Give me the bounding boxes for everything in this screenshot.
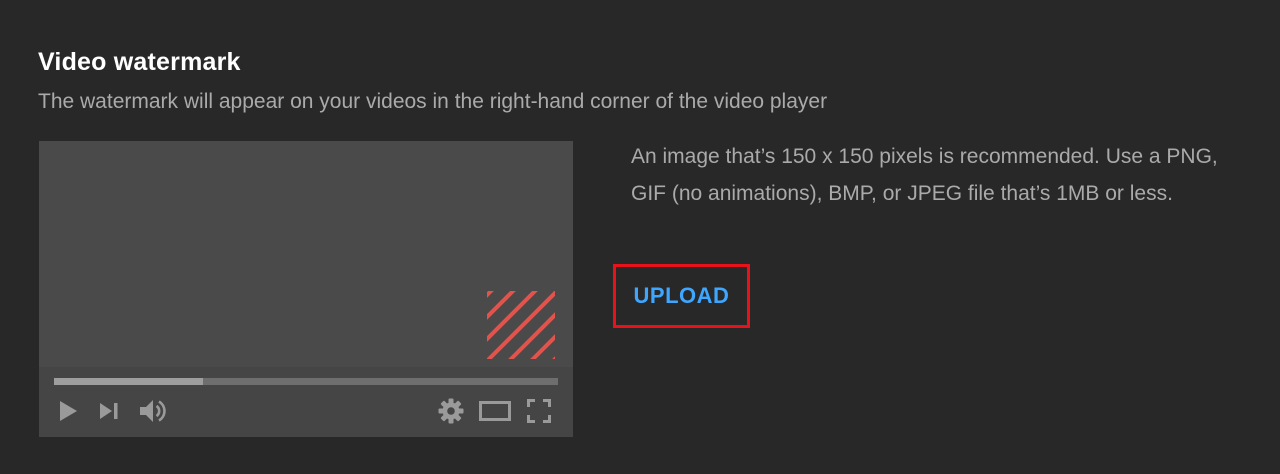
next-icon [100, 403, 118, 419]
play-button[interactable] [57, 398, 79, 424]
play-icon [60, 401, 77, 421]
next-button[interactable] [97, 398, 121, 424]
progress-bar[interactable] [54, 378, 558, 385]
video-watermark-section: Video watermark The watermark will appea… [0, 0, 1280, 474]
theater-mode-button[interactable] [477, 398, 513, 424]
upload-button[interactable]: UPLOAD [634, 283, 730, 309]
settings-button[interactable] [436, 398, 466, 424]
theater-icon [479, 401, 511, 421]
section-description: The watermark will appear on your videos… [38, 90, 828, 113]
volume-icon [140, 400, 166, 422]
video-player-preview [39, 141, 573, 437]
fullscreen-icon [527, 399, 551, 423]
upload-highlight-box: UPLOAD [613, 264, 750, 328]
section-title: Video watermark [38, 48, 241, 76]
fullscreen-button[interactable] [526, 398, 552, 424]
watermark-placeholder [487, 291, 555, 359]
volume-button[interactable] [138, 398, 170, 424]
image-requirements-text: An image that’s 150 x 150 pixels is reco… [631, 145, 1218, 205]
progress-bar-fill [54, 378, 203, 385]
settings-icon [438, 398, 464, 424]
